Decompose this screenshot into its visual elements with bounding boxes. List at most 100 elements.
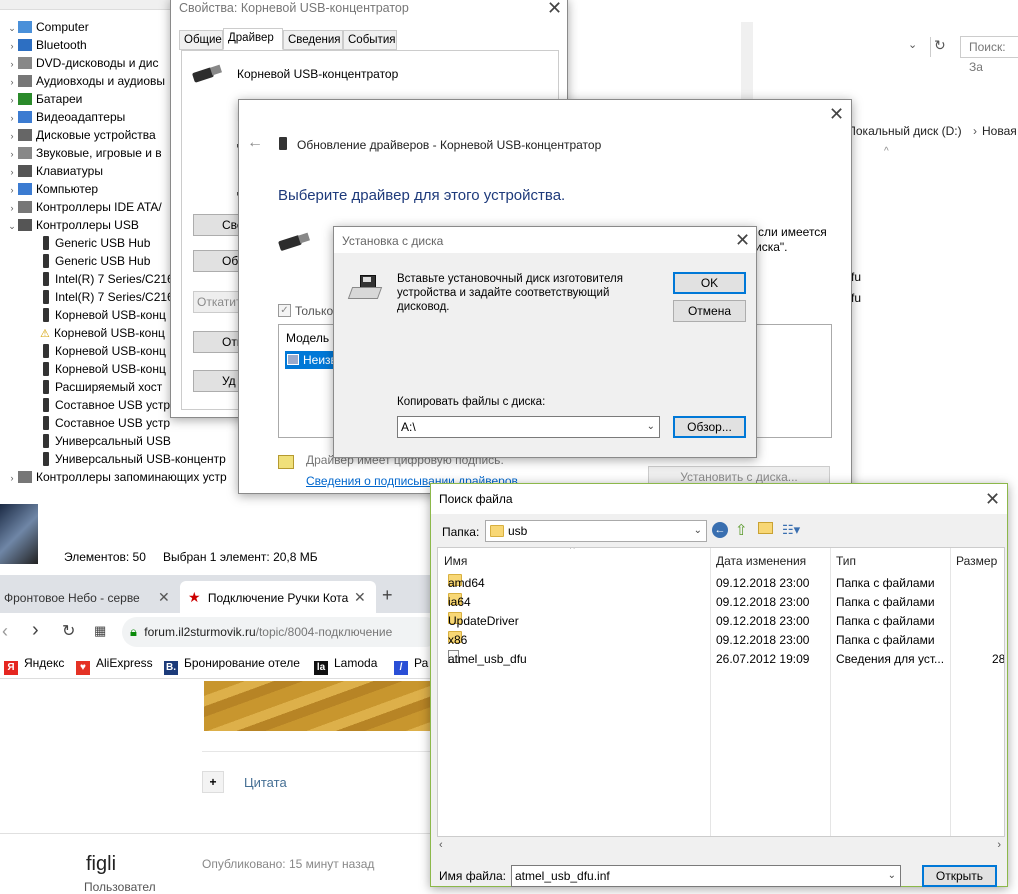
tree-category[interactable]: › Клавиатуры — [6, 162, 103, 180]
forward-icon[interactable]: › — [32, 619, 39, 642]
tab-close-icon[interactable]: ✕ — [158, 589, 170, 606]
explorer-search-input[interactable]: Поиск: За — [960, 36, 1018, 74]
chevron-right-icon[interactable]: › — [6, 109, 18, 127]
quote-link[interactable]: Цитата — [244, 775, 287, 790]
scroll-right-icon[interactable]: › — [997, 839, 1001, 851]
tree-category[interactable]: › Дисковые устройства — [6, 126, 156, 144]
tree-category[interactable]: › Bluetooth — [6, 36, 87, 54]
chevron-right-icon[interactable]: › — [6, 55, 18, 73]
back-nav-icon[interactable]: ← — [712, 522, 728, 538]
tree-category[interactable]: › Контроллеры запоминающих устр — [6, 468, 227, 486]
chevron-down-icon[interactable]: ⌄ — [647, 417, 655, 437]
tree-category[interactable]: › Батареи — [6, 90, 83, 109]
browse-button[interactable]: Обзор... — [673, 416, 746, 438]
refresh-icon[interactable]: ↻ — [930, 37, 948, 57]
chevron-right-icon[interactable]: › — [6, 73, 18, 91]
back-icon[interactable]: ‹ — [2, 621, 8, 642]
breadcrumb-new[interactable]: Новая — [982, 124, 1017, 138]
tree-usb-device[interactable]: ⚠ Корневой USB-конц — [40, 324, 165, 342]
file-row[interactable]: x86 09.12.2018 23:00 Папка с файлами — [438, 631, 1004, 650]
tree-root[interactable]: ⌄ Computer — [6, 18, 88, 36]
open-button[interactable]: Открыть — [922, 865, 997, 887]
user-name[interactable]: figli — [86, 853, 116, 876]
chevron-right-icon[interactable]: › — [6, 127, 18, 145]
cancel-button[interactable]: Отмена — [673, 300, 746, 322]
copy-files-input[interactable]: A:\ ⌄ — [397, 416, 660, 438]
close-icon[interactable]: ✕ — [547, 0, 562, 17]
close-icon[interactable]: ✕ — [829, 105, 844, 123]
tree-usb-device[interactable]: Корневой USB-конц — [40, 306, 166, 324]
filename-input[interactable]: atmel_usb_dfu.inf ⌄ — [511, 865, 901, 887]
compatible-checkbox[interactable]: ✓ — [278, 304, 291, 317]
new-tab-button[interactable]: + — [382, 585, 393, 606]
col-size-header[interactable]: Размер — [956, 551, 997, 571]
chevron-right-icon[interactable]: › — [6, 145, 18, 163]
tree-usb-device[interactable]: Generic USB Hub — [40, 252, 150, 270]
tree-category[interactable]: ⌄ Контроллеры USB — [6, 216, 139, 234]
bookmark-item[interactable]: ♥ AliExpress — [76, 656, 153, 675]
view-menu-icon[interactable]: ☷▾ — [782, 522, 800, 538]
tree-category[interactable]: › Звуковые, игровые и в — [6, 144, 162, 162]
scroll-left-icon[interactable]: ‹ — [439, 839, 443, 851]
tree-usb-device[interactable]: Intel(R) 7 Series/C216 — [40, 270, 174, 288]
tab-general[interactable]: Общие — [179, 30, 223, 50]
tree-usb-device[interactable]: Корневой USB-конц — [40, 360, 166, 378]
ok-button[interactable]: OK — [673, 272, 746, 294]
tab-driver[interactable]: Драйвер — [223, 28, 283, 50]
chevron-right-icon[interactable]: › — [6, 91, 18, 109]
tab-podklyuchenie[interactable]: ★ Подключение Ручки Кота — [180, 581, 376, 613]
address-bar[interactable]: 🔒︎ forum.il2sturmovik.ru/topic/8004-подк… — [122, 617, 440, 647]
chevron-right-icon[interactable]: › — [6, 37, 18, 55]
chevron-down-icon[interactable]: ⌄ — [694, 521, 702, 541]
chevron-right-icon[interactable]: › — [6, 163, 18, 181]
new-folder-icon[interactable] — [758, 522, 773, 534]
chevron-right-icon[interactable]: › — [6, 181, 18, 199]
tree-usb-device[interactable]: Составное USB устр — [40, 414, 170, 432]
folder-select[interactable]: usb ⌄ — [485, 520, 707, 542]
address-dropdown[interactable]: ⌄ — [908, 38, 928, 58]
tab-frontovoe[interactable]: Фронтовое Небо - серве — [0, 583, 176, 613]
tree-category[interactable]: › DVD-дисководы и дис — [6, 54, 159, 73]
chevron-right-icon[interactable]: › — [6, 469, 18, 487]
chevron-down-icon[interactable]: ⌄ — [888, 866, 896, 886]
horizontal-scrollbar[interactable]: ‹ › — [437, 838, 1005, 855]
quote-button[interactable]: + — [202, 771, 224, 793]
col-name-header[interactable]: Имя — [444, 551, 467, 571]
apps-icon[interactable]: ▦ — [94, 623, 106, 639]
chevron-right-icon[interactable]: › — [6, 199, 18, 217]
tree-usb-device[interactable]: Универсальный USB — [40, 432, 171, 450]
list-item[interactable]: Неизв — [285, 351, 337, 369]
tree-usb-device[interactable]: Универсальный USB-концентр — [40, 450, 226, 468]
bookmark-item[interactable]: Я Яндекс — [4, 656, 64, 675]
tree-category[interactable]: › Компьютер — [6, 180, 99, 199]
up-folder-icon[interactable]: ⇧ — [735, 521, 748, 539]
tree-usb-device[interactable]: Intel(R) 7 Series/C216 — [40, 288, 174, 306]
tree-category[interactable]: › Видеоадаптеры — [6, 108, 126, 127]
col-type-header[interactable]: Тип — [836, 551, 856, 571]
reload-icon[interactable]: ↻ — [62, 621, 75, 641]
file-row[interactable]: amd64 09.12.2018 23:00 Папка с файлами — [438, 574, 1004, 593]
tree-usb-device[interactable]: Расширяемый хост — [40, 378, 162, 396]
breadcrumb-local-disk[interactable]: Локальный диск (D:) — [848, 124, 962, 138]
tab-details[interactable]: Сведения — [283, 30, 343, 50]
file-row[interactable]: ia64 09.12.2018 23:00 Папка с файлами — [438, 593, 1004, 612]
bookmark-item[interactable]: / Ра — [394, 656, 428, 675]
back-arrow-icon[interactable]: ← — [247, 134, 263, 152]
bookmark-item[interactable]: B. Бронирование отеле — [164, 656, 300, 675]
tab-events[interactable]: События — [343, 30, 397, 50]
tree-usb-device[interactable]: Generic USB Hub — [40, 234, 150, 252]
tree-category[interactable]: › Аудиовходы и аудиовы — [6, 72, 166, 91]
file-row[interactable]: UpdateDriver 09.12.2018 23:00 Папка с файл… — [438, 612, 1004, 631]
bookmark-item[interactable]: la Lamoda — [314, 656, 377, 675]
chevron-down-icon[interactable]: ⌄ — [6, 217, 18, 235]
close-icon[interactable]: ✕ — [985, 490, 1000, 508]
tree-usb-device[interactable]: Корневой USB-конц — [40, 342, 166, 360]
close-icon[interactable]: ✕ — [735, 231, 750, 249]
scrollbar[interactable] — [741, 22, 753, 102]
col-date-header[interactable]: Дата изменения — [716, 551, 806, 571]
tree-category[interactable]: › Контроллеры IDE ATA/ — [6, 198, 162, 216]
file-row[interactable]: atmel_usb_dfu 26.07.2012 19:09 Сведения дл… — [438, 650, 1004, 669]
file-list[interactable]: ^ Имя Дата изменения Тип Размер amd64 09.12.2… — [437, 547, 1005, 837]
tree-usb-device[interactable]: Составное USB устр — [40, 396, 170, 414]
tab-close-icon[interactable]: ✕ — [354, 589, 366, 606]
